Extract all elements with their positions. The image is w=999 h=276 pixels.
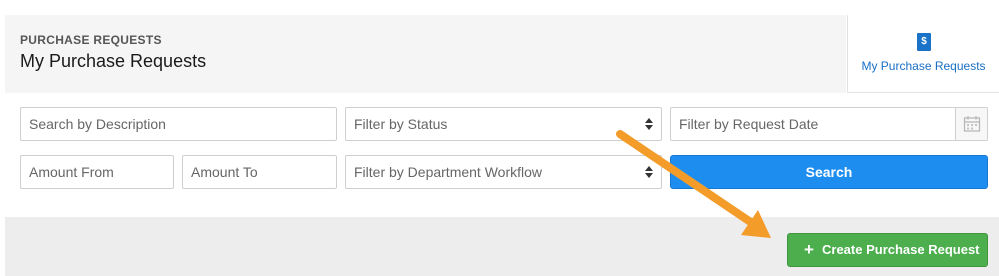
page-title: My Purchase Requests <box>20 51 207 71</box>
request-date-placeholder: Filter by Request Date <box>679 116 819 132</box>
search-description-placeholder: Search by Description <box>29 116 166 132</box>
request-date-input[interactable]: Filter by Request Date <box>670 107 988 141</box>
amount-from-input[interactable]: Amount From <box>20 155 174 189</box>
search-button[interactable]: Search <box>670 155 988 189</box>
filter-panel: Search by Description Filter by Status F… <box>5 95 999 215</box>
department-workflow-select[interactable]: Filter by Department Workflow <box>345 155 662 189</box>
plus-icon: + <box>804 240 814 259</box>
select-caret-icon <box>645 166 653 178</box>
my-purchase-requests-label: My Purchase Requests <box>861 59 986 73</box>
select-caret-icon <box>645 118 653 130</box>
dollar-document-icon: $ <box>917 33 931 51</box>
search-description-input[interactable]: Search by Description <box>20 107 337 141</box>
calendar-icon <box>963 116 981 132</box>
section-eyebrow: PURCHASE REQUESTS <box>20 33 162 47</box>
amount-to-placeholder: Amount To <box>191 164 258 180</box>
status-filter-select[interactable]: Filter by Status <box>345 107 662 141</box>
create-purchase-request-label: Create Purchase Request <box>822 242 980 257</box>
my-purchase-requests-link[interactable]: $ My Purchase Requests <box>847 15 999 93</box>
amount-from-placeholder: Amount From <box>29 164 114 180</box>
create-purchase-request-button[interactable]: + Create Purchase Request <box>787 233 988 267</box>
calendar-button[interactable] <box>955 108 987 140</box>
department-workflow-label: Filter by Department Workflow <box>354 164 543 180</box>
page-header: PURCHASE REQUESTS My Purchase Requests <box>5 15 846 93</box>
amount-to-input[interactable]: Amount To <box>182 155 337 189</box>
status-filter-label: Filter by Status <box>354 116 448 132</box>
action-bar: + Create Purchase Request <box>5 217 999 276</box>
